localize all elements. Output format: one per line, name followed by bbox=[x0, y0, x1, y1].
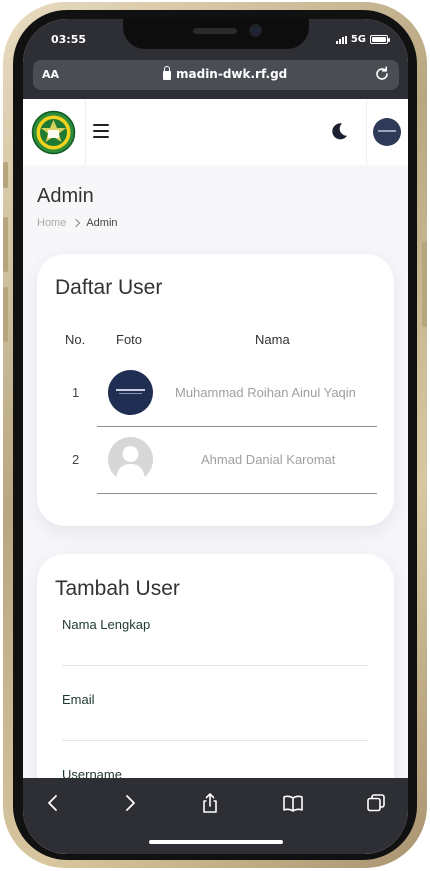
lock-icon bbox=[163, 66, 171, 80]
front-camera bbox=[249, 24, 262, 37]
header-divider bbox=[366, 99, 367, 165]
madin-logo[interactable] bbox=[31, 110, 76, 155]
reload-icon[interactable] bbox=[373, 65, 391, 83]
user-name: Ahmad Danial Karomat bbox=[201, 452, 336, 467]
hamburger-menu-icon[interactable] bbox=[93, 124, 109, 138]
add-user-title: Tambah User bbox=[55, 577, 180, 600]
user-list-card: Daftar User No. Foto Nama 1 Muhammad Roi… bbox=[37, 254, 394, 526]
moon-icon[interactable] bbox=[329, 121, 349, 141]
column-header-photo: Foto bbox=[116, 332, 143, 347]
user-name: Muhammad Roihan Ainul Yaqin bbox=[175, 385, 356, 400]
row-number: 1 bbox=[72, 385, 80, 400]
network-label: 5G bbox=[350, 34, 366, 45]
browser-bottom-toolbar bbox=[23, 778, 408, 854]
full-name-label: Nama Lengkap bbox=[62, 617, 151, 632]
email-label: Email bbox=[62, 692, 95, 707]
volume-down-button bbox=[3, 287, 8, 342]
row-number: 2 bbox=[72, 452, 80, 467]
share-icon[interactable] bbox=[199, 792, 221, 814]
email-field[interactable] bbox=[62, 740, 369, 741]
battery-icon bbox=[370, 35, 390, 44]
breadcrumb-current: Admin bbox=[86, 217, 118, 229]
chevron-right-icon bbox=[72, 218, 81, 228]
forward-icon[interactable] bbox=[119, 792, 141, 814]
status-indicators: 5G bbox=[335, 34, 390, 45]
back-icon[interactable] bbox=[42, 792, 64, 814]
signal-icon bbox=[335, 35, 347, 44]
user-photo bbox=[108, 370, 153, 415]
header-divider bbox=[85, 99, 86, 165]
column-header-name: Nama bbox=[255, 332, 290, 347]
row-divider bbox=[97, 493, 377, 494]
full-name-field[interactable] bbox=[62, 665, 369, 666]
volume-up-button bbox=[3, 217, 8, 272]
speaker bbox=[193, 28, 237, 34]
text-size-button[interactable]: AA bbox=[42, 68, 59, 81]
column-header-no: No. bbox=[65, 332, 86, 347]
breadcrumb-home-link[interactable]: Home bbox=[37, 217, 66, 229]
user-list-title: Daftar User bbox=[55, 276, 163, 299]
power-button bbox=[422, 242, 427, 327]
url-text: madin-dwk.rf.gd bbox=[176, 67, 288, 81]
app-header bbox=[23, 99, 408, 165]
status-time: 03:55 bbox=[51, 33, 87, 46]
phone-screen: 03:55 5G AA madin-dwk.rf.gd Admin Home A… bbox=[23, 19, 408, 854]
home-indicator bbox=[149, 840, 283, 844]
row-divider bbox=[97, 426, 377, 427]
notch bbox=[123, 19, 309, 49]
mute-switch bbox=[3, 162, 8, 188]
breadcrumb: Home Admin bbox=[37, 217, 118, 229]
page-title: Admin bbox=[37, 185, 94, 207]
user-avatar[interactable] bbox=[373, 118, 401, 146]
bookmarks-icon[interactable] bbox=[282, 792, 304, 814]
url-display[interactable]: madin-dwk.rf.gd bbox=[163, 66, 288, 81]
address-bar[interactable]: AA madin-dwk.rf.gd bbox=[33, 60, 399, 90]
tabs-icon[interactable] bbox=[365, 792, 387, 814]
browser-top-chrome: 03:55 5G AA madin-dwk.rf.gd bbox=[23, 19, 408, 99]
default-avatar-icon bbox=[108, 437, 153, 482]
